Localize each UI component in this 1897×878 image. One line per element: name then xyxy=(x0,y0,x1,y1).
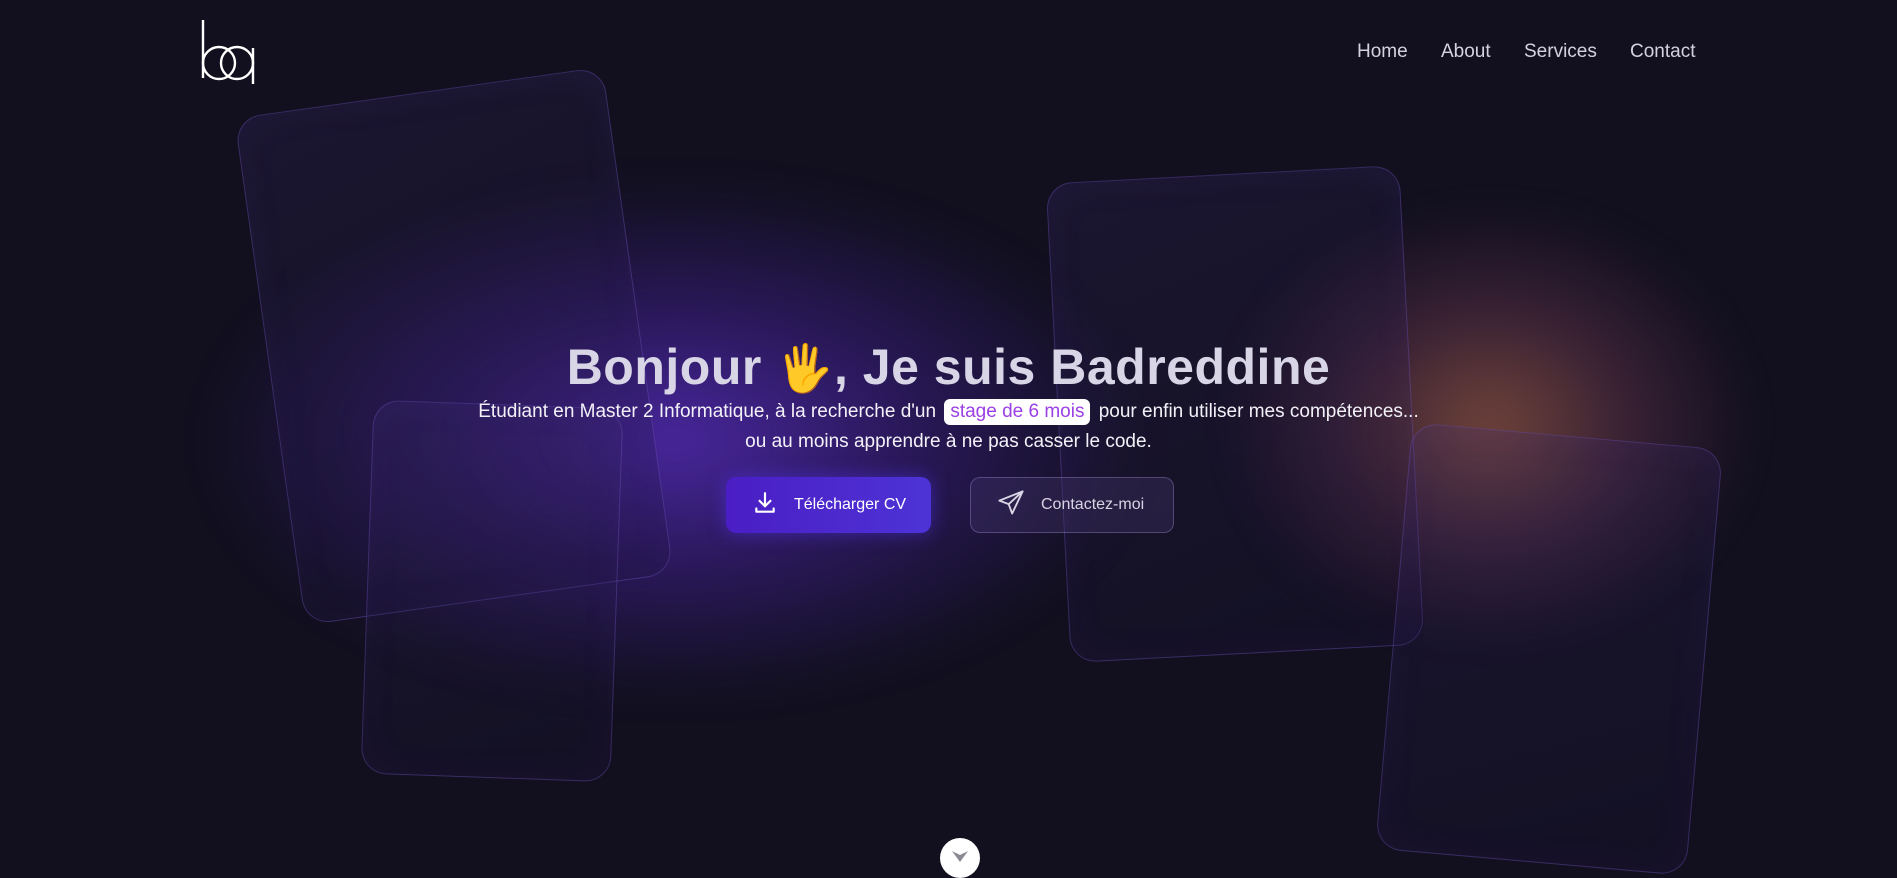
hero-subtitle-line2: ou au moins apprendre à ne pas casser le… xyxy=(745,431,1152,452)
waving-hand-icon: 🖐 xyxy=(776,342,835,394)
hero-subtitle-text: Étudiant en Master 2 Informatique, à la … xyxy=(478,401,937,422)
download-icon xyxy=(752,490,778,521)
hero-title: Bonjour 🖐, Je suis Badreddine xyxy=(0,338,1897,396)
hero-title-greeting: Bonjour xyxy=(566,339,762,395)
decorative-card xyxy=(1374,422,1724,876)
hero-subtitle: Étudiant en Master 2 Informatique, à la … xyxy=(0,399,1897,425)
nav-home[interactable]: Home xyxy=(1357,41,1408,63)
send-icon xyxy=(997,489,1025,522)
contact-label: Contactez-moi xyxy=(1041,496,1145,513)
nav-contact[interactable]: Contact xyxy=(1630,41,1695,63)
scroll-down-button[interactable] xyxy=(940,838,980,878)
nav-about[interactable]: About xyxy=(1441,41,1491,63)
chevron-down-icon xyxy=(951,850,969,869)
download-cv-label: Télécharger CV xyxy=(794,496,907,513)
hero-title-name: , Je suis Badreddine xyxy=(834,339,1331,395)
download-cv-button[interactable]: Télécharger CV xyxy=(726,477,931,533)
nav-services[interactable]: Services xyxy=(1524,41,1597,63)
decorative-card xyxy=(360,399,624,783)
hero-subtitle-text: pour enfin utiliser mes compétences... xyxy=(1098,401,1419,422)
contact-button[interactable]: Contactez-moi xyxy=(970,477,1174,533)
internship-highlight: stage de 6 mois xyxy=(944,399,1091,425)
main-nav: Home About Services Contact xyxy=(0,41,1897,65)
